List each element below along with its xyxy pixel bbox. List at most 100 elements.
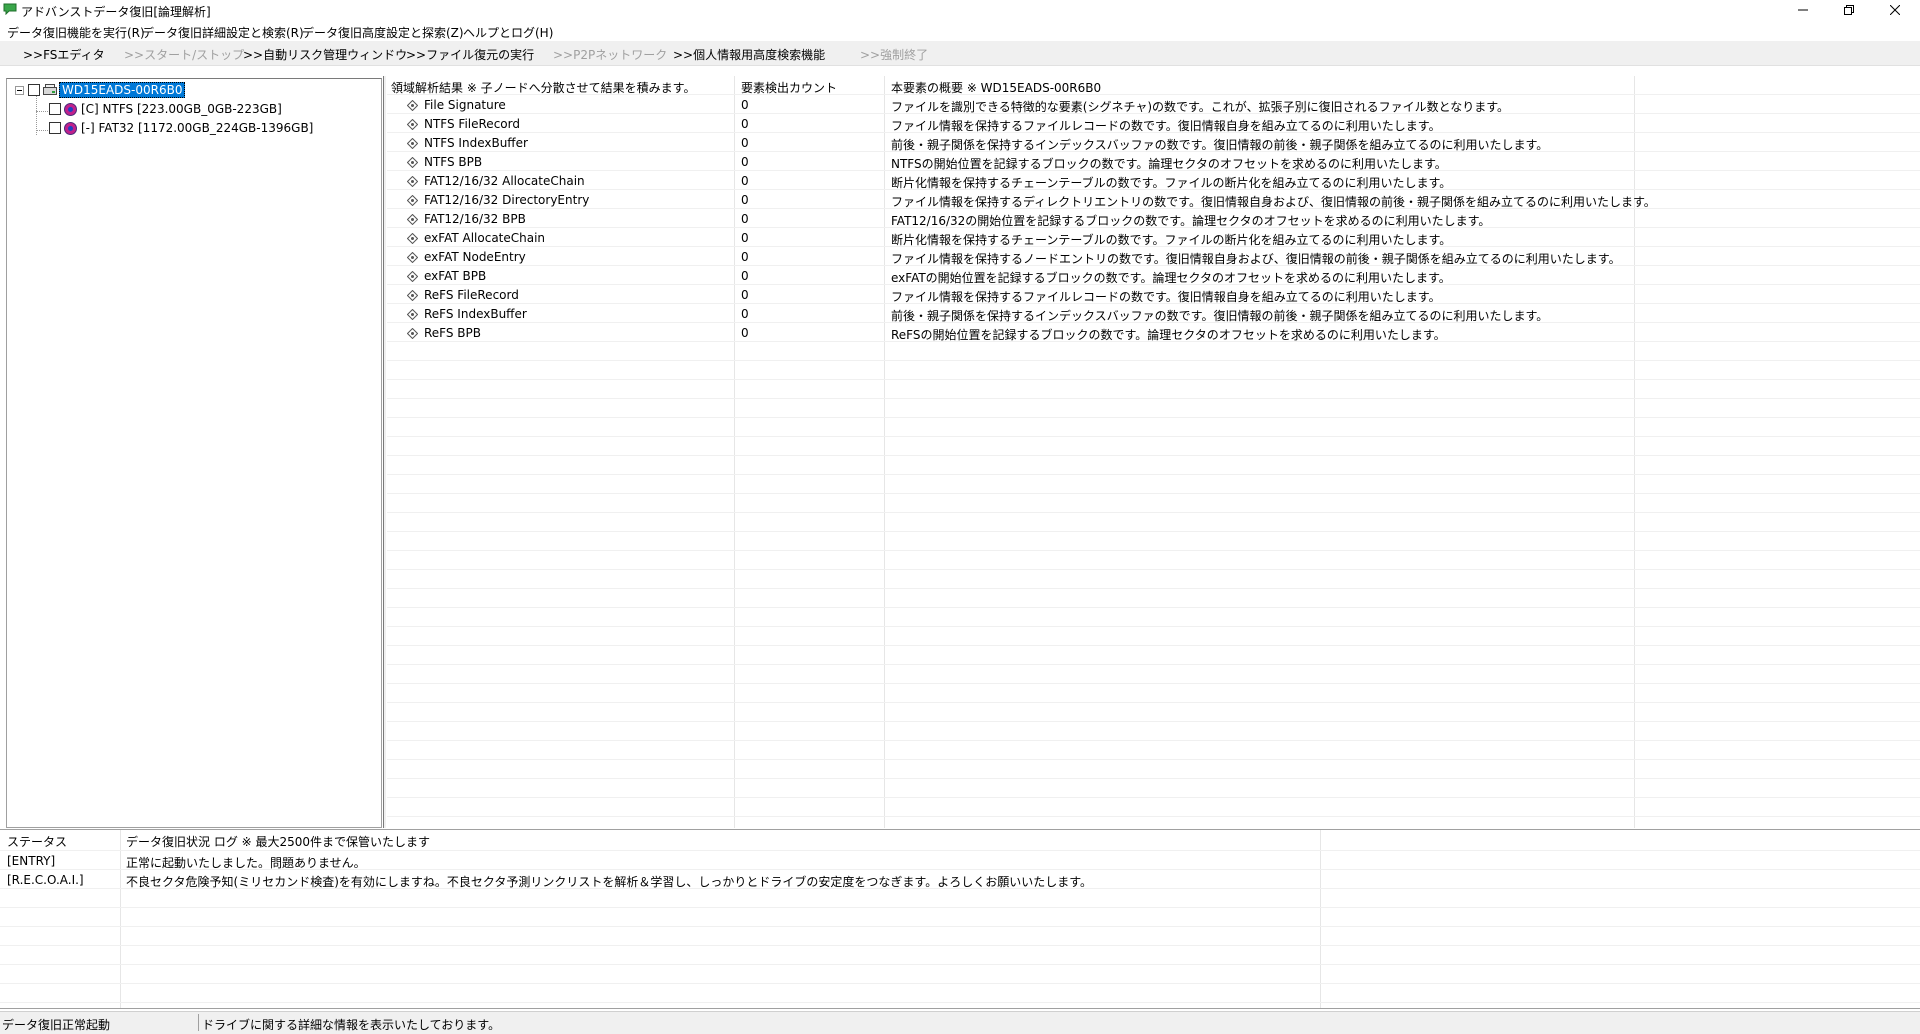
list-item[interactable]: FAT12/16/32 DirectoryEntry 0 ファイル情報を保持する… <box>387 190 1920 209</box>
tree-checkbox[interactable] <box>28 84 40 96</box>
element-node-icon <box>407 327 418 339</box>
element-count: 0 <box>741 174 749 188</box>
tree-checkbox[interactable] <box>49 103 61 115</box>
element-name: exFAT AllocateChain <box>424 231 546 245</box>
list-item[interactable]: NTFS IndexBuffer 0 前後・親子関係を保持するインデックスバッフ… <box>387 133 1920 152</box>
start-stop-button[interactable]: >>スタート/ストップ <box>124 46 244 63</box>
element-description: FAT12/16/32の開始位置を記録するブロックの数です。論理セクタのオフセッ… <box>891 214 1491 228</box>
list-item[interactable]: exFAT NodeEntry 0 ファイル情報を保持するノードエントリの数です… <box>387 247 1920 266</box>
status-bar: データ復旧正常起動 ドライブに関する詳細な情報を表示いたしております。 <box>0 1011 1920 1034</box>
element-count: 0 <box>741 193 749 207</box>
row-grid-line <box>387 360 1920 361</box>
element-count: 0 <box>741 307 749 321</box>
pane-splitter-shadow <box>384 76 386 828</box>
log-row[interactable]: [R.E.C.O.A.I.] 不良セクタ危険予知(ミリセカンド検査)を有効にしま… <box>0 870 1920 889</box>
element-name: NTFS FileRecord <box>424 117 520 131</box>
element-name: exFAT NodeEntry <box>424 250 526 264</box>
status-divider <box>198 1014 199 1031</box>
element-name: exFAT BPB <box>424 269 487 283</box>
force-quit-button[interactable]: >>強制終了 <box>860 46 928 63</box>
list-item[interactable]: exFAT BPB 0 exFATの開始位置を記録するブロックの数です。論理セク… <box>387 266 1920 285</box>
auto-risk-window-button[interactable]: >>自動リスク管理ウィンドウ <box>243 46 407 63</box>
recovery-log-list[interactable]: ステータス データ復旧状況 ログ ※ 最大2500件まで保管いたします [ENT… <box>0 830 1920 1009</box>
element-node-icon <box>407 118 418 130</box>
app-chat-icon <box>3 3 17 15</box>
collapse-toggle[interactable] <box>15 85 24 95</box>
list-item[interactable]: NTFS BPB 0 NTFSの開始位置を記録するブロックの数です。論理セクタの… <box>387 152 1920 171</box>
personal-info-search-button[interactable]: >>個人情報用高度検索機能 <box>673 46 825 63</box>
element-count: 0 <box>741 288 749 302</box>
row-grid-line <box>0 983 1920 984</box>
volume-icon <box>64 121 77 135</box>
element-count: 0 <box>741 98 749 112</box>
element-name: NTFS IndexBuffer <box>424 136 528 150</box>
element-node-icon <box>407 156 418 168</box>
element-description: 断片化情報を保持するチェーンテーブルの数です。ファイルの断片化を組み立てるのに利… <box>891 176 1452 190</box>
log-header-status[interactable]: ステータス <box>7 833 67 850</box>
element-node-icon <box>407 137 418 149</box>
row-grid-line <box>387 607 1920 608</box>
list-item[interactable]: ReFS BPB 0 ReFSの開始位置を記録するブロックの数です。論理セクタの… <box>387 323 1920 342</box>
list-item[interactable]: FAT12/16/32 AllocateChain 0 断片化情報を保持するチェ… <box>387 171 1920 190</box>
row-grid-line <box>387 740 1920 741</box>
log-status: [ENTRY] <box>7 854 56 868</box>
tree-node-root[interactable]: WD15EADS-00R6B0 <box>15 82 186 98</box>
row-grid-line <box>387 417 1920 418</box>
minimize-button[interactable] <box>1780 0 1826 20</box>
element-name: ReFS BPB <box>424 326 482 340</box>
row-grid-line <box>0 945 1920 946</box>
menu-recovery-advanced-settings[interactable]: データ復旧高度設定と探索(Z) <box>302 24 464 41</box>
element-name: FAT12/16/32 BPB <box>424 212 526 226</box>
file-restore-button[interactable]: >>ファイル復元の実行 <box>406 46 534 63</box>
log-header-row: ステータス データ復旧状況 ログ ※ 最大2500件まで保管いたします <box>0 830 1920 849</box>
element-count: 0 <box>741 231 749 245</box>
menu-recovery-detail-settings[interactable]: データ復旧詳細設定と検索(R) <box>142 24 304 41</box>
row-grid-line <box>387 721 1920 722</box>
element-description: 前後・親子関係を保持するインデックスバッファの数です。復旧情報の前後・親子関係を… <box>891 138 1549 152</box>
row-grid-line <box>0 907 1920 908</box>
element-count: 0 <box>741 117 749 131</box>
row-grid-line <box>387 626 1920 627</box>
row-grid-line <box>387 398 1920 399</box>
list-item[interactable]: ReFS IndexBuffer 0 前後・親子関係を保持するインデックスバッフ… <box>387 304 1920 323</box>
menu-run-recovery[interactable]: データ復旧機能を実行(R) <box>7 24 145 41</box>
row-grid-line <box>387 797 1920 798</box>
row-grid-line <box>387 645 1920 646</box>
element-node-icon <box>407 289 418 301</box>
status-text-main: データ復旧正常起動 <box>2 1018 111 1032</box>
tree-node-volume[interactable]: [-] FAT32 [1172.00GB_224GB-1396GB] <box>49 120 313 136</box>
minimize-icon <box>1798 9 1808 11</box>
element-description: ファイル情報を保持するファイルレコードの数です。復旧情報自身を組み立てるのに利用… <box>891 290 1441 304</box>
element-description: exFATの開始位置を記録するブロックの数です。論理セクタのオフセットを求めるの… <box>891 271 1451 285</box>
element-node-icon <box>407 308 418 320</box>
restore-button[interactable] <box>1826 0 1872 20</box>
analysis-result-list[interactable]: 領域解析結果 ※ 子ノードへ分散させて結果を積みます。 要素検出カウント 本要素… <box>387 76 1920 828</box>
element-count: 0 <box>741 136 749 150</box>
menu-bar: データ復旧機能を実行(R) データ復旧詳細設定と検索(R) データ復旧高度設定と… <box>0 21 1920 41</box>
element-node-icon <box>407 270 418 282</box>
element-count: 0 <box>741 269 749 283</box>
element-name: NTFS BPB <box>424 155 483 169</box>
list-item[interactable]: exFAT AllocateChain 0 断片化情報を保持するチェーンテーブル… <box>387 228 1920 247</box>
close-button[interactable] <box>1872 0 1918 20</box>
log-header-message[interactable]: データ復旧状況 ログ ※ 最大2500件まで保管いたします <box>126 833 430 850</box>
p2p-network-button[interactable]: >>P2Pネットワーク <box>553 46 667 63</box>
list-item[interactable]: ReFS FileRecord 0 ファイル情報を保持するファイルレコードの数で… <box>387 285 1920 304</box>
row-grid-line <box>387 379 1920 380</box>
tree-node-volume[interactable]: [C] NTFS [223.00GB_0GB-223GB] <box>49 101 282 117</box>
log-row[interactable]: [ENTRY] 正常に起動いたしました。問題ありません。 <box>0 851 1920 870</box>
list-item[interactable]: NTFS FileRecord 0 ファイル情報を保持するファイルレコードの数で… <box>387 114 1920 133</box>
toolbar: >>FSエディタ >>スタート/ストップ >>自動リスク管理ウィンドウ >>ファ… <box>0 41 1920 66</box>
fs-editor-button[interactable]: >>FSエディタ <box>23 46 105 63</box>
volume-icon <box>64 102 77 116</box>
list-item[interactable]: File Signature 0 ファイルを識別できる特徴的な要素(シグネチャ)… <box>387 95 1920 114</box>
drive-tree[interactable]: WD15EADS-00R6B0 [C] NTFS [223.00GB_0GB-2… <box>6 78 382 828</box>
element-name: File Signature <box>424 98 506 112</box>
row-grid-line <box>387 816 1920 817</box>
row-grid-line <box>0 926 1920 927</box>
window-title: アドバンストデータ復旧[論理解析] <box>21 5 211 19</box>
tree-guide-line <box>36 111 48 112</box>
list-item[interactable]: FAT12/16/32 BPB 0 FAT12/16/32の開始位置を記録するブ… <box>387 209 1920 228</box>
menu-help-log[interactable]: ヘルプとログ(H) <box>463 24 553 41</box>
tree-checkbox[interactable] <box>49 122 61 134</box>
